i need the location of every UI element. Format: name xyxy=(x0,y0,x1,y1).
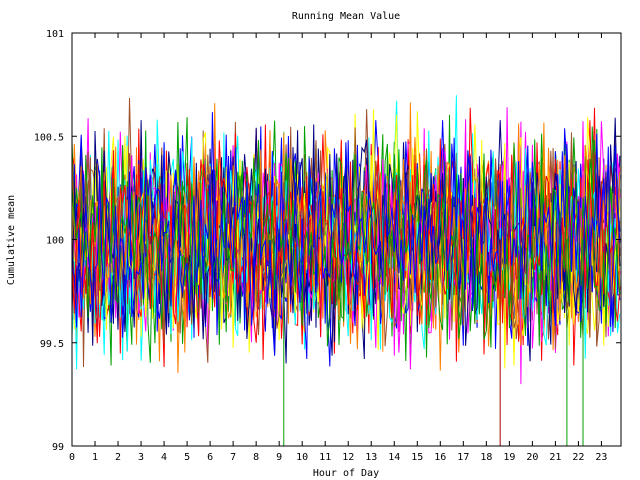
x-tick-label: 22 xyxy=(572,452,584,463)
x-tick-label: 14 xyxy=(388,452,400,463)
x-tick-label: 4 xyxy=(161,452,167,463)
x-tick-label: 20 xyxy=(526,452,538,463)
y-axis-label: Cumulative mean xyxy=(6,195,17,285)
series-layer xyxy=(71,95,621,446)
y-tick-label: 100 xyxy=(46,236,64,247)
x-tick-label: 23 xyxy=(595,452,607,463)
x-tick-label: 12 xyxy=(342,452,354,463)
y-tick-label: 99.5 xyxy=(40,339,64,350)
x-tick-label: 13 xyxy=(365,452,377,463)
x-tick-label: 18 xyxy=(480,452,492,463)
x-tick-label: 7 xyxy=(230,452,236,463)
x-tick-label: 2 xyxy=(115,452,121,463)
x-tick-label: 6 xyxy=(207,452,213,463)
x-tick-label: 19 xyxy=(503,452,515,463)
x-tick-label: 21 xyxy=(549,452,561,463)
x-tick-label: 15 xyxy=(411,452,423,463)
y-tick-label: 100.5 xyxy=(34,132,64,143)
running-mean-chart: Running Mean Value 9999.5100100.5101 012… xyxy=(6,11,622,479)
x-tick-label: 0 xyxy=(69,452,75,463)
x-tick-label: 10 xyxy=(296,452,308,463)
x-tick-label: 3 xyxy=(138,452,144,463)
x-axis-label: Hour of Day xyxy=(313,468,379,479)
x-tick-label: 16 xyxy=(434,452,446,463)
x-tick-label: 17 xyxy=(457,452,469,463)
x-tick-label: 5 xyxy=(184,452,190,463)
x-tick-label: 11 xyxy=(319,452,331,463)
chart-title: Running Mean Value xyxy=(292,11,400,22)
x-tick-label: 1 xyxy=(92,452,98,463)
y-tick-label: 99 xyxy=(52,442,64,453)
x-tick-label: 8 xyxy=(253,452,259,463)
x-tick-label: 9 xyxy=(276,452,282,463)
y-tick-label: 101 xyxy=(46,29,64,40)
